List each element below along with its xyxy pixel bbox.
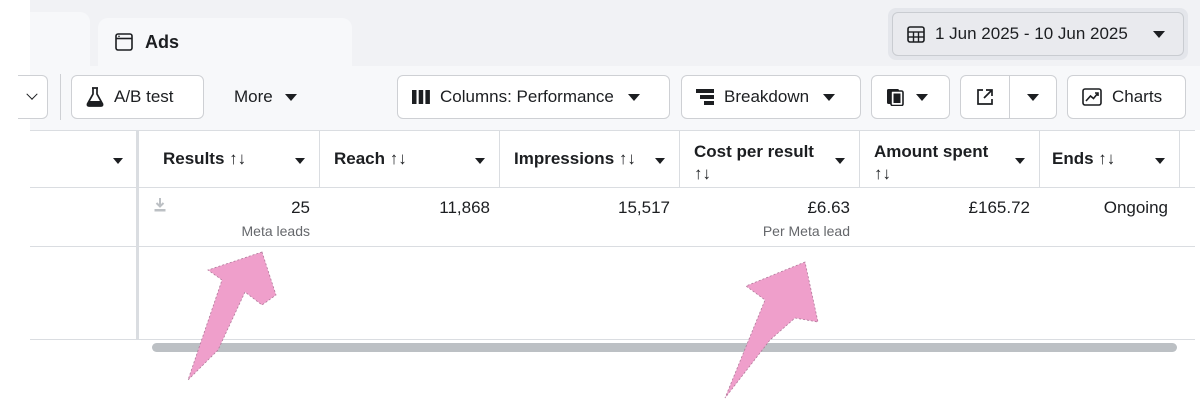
annotation-arrows — [187, 251, 819, 399]
annotation-arrow-results — [187, 251, 277, 381]
annotation-arrow-cost — [724, 261, 819, 399]
